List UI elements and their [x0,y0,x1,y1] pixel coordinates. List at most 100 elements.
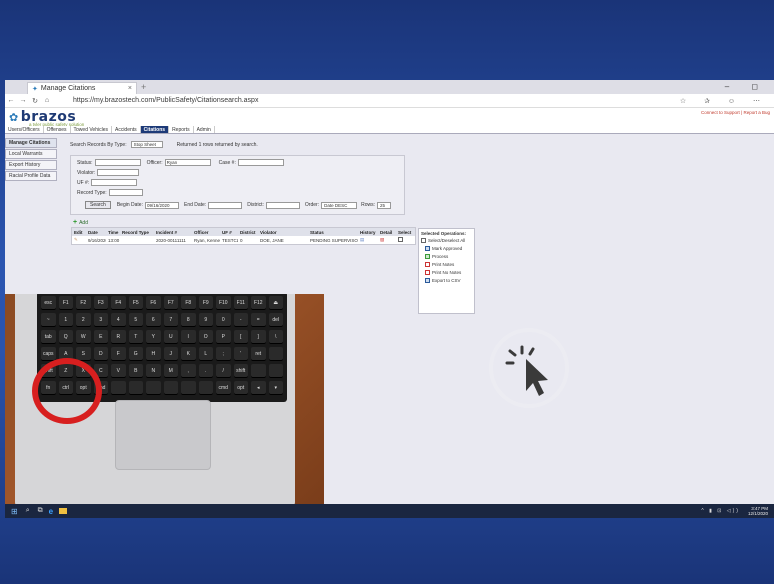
violator-field[interactable] [97,169,140,176]
keyboard-key [268,364,283,378]
col-officer[interactable]: Officer [192,230,220,235]
rows-select[interactable]: 25 [376,201,391,209]
home-icon[interactable]: ⌂ [41,97,53,104]
col-time[interactable]: Time [106,230,120,235]
keyboard-key: ◂ [251,381,266,395]
keyboard-key: - [233,313,248,327]
back-icon[interactable]: ← [5,97,17,104]
url-field[interactable]: https://my.brazostech.com/PublicSafety/C… [73,97,258,104]
record-type-field[interactable] [108,189,143,196]
sidebar-item-local-warrants[interactable]: Local Warrants [5,149,57,159]
keyboard-key: 6 [146,313,161,327]
keyboard-key: ' [233,347,248,361]
district-field[interactable] [265,201,300,209]
new-tab-button[interactable]: + [141,82,146,92]
col-district[interactable]: District [238,230,258,235]
search-type-select[interactable]: Stop Sheet [130,141,163,148]
keyboard-key: 7 [163,313,178,327]
op-export-csv[interactable]: Export to CSV [425,278,472,283]
col-record-type[interactable]: Record Type [120,230,154,235]
selected-ops-title: Selected Operations: [421,231,467,236]
op-print-no-notes[interactable]: Print No Notes [425,270,472,275]
begin-date-field[interactable]: 09/16/2020 [144,201,179,209]
keyboard-key: F7 [163,296,178,310]
op-process[interactable]: Process [425,254,472,259]
browser-toolbar-icons[interactable]: ☆ ✰ ☺ ⋯ [680,97,774,105]
detail-icon[interactable]: ▧ [378,237,396,243]
menu-users-officers[interactable]: Users/Officers [5,126,44,133]
add-button[interactable]: + Add [73,219,88,226]
begin-date-label: Begin Date: [116,202,143,208]
keyboard-key: V [111,364,126,378]
col-edit[interactable]: Edit [72,230,86,235]
keyboard-key: Q [58,330,73,344]
select-all-toggle[interactable]: Select/Deselect All [421,238,472,243]
keyboard-key: F1 [58,296,73,310]
keyboard-key: R [111,330,126,344]
keyboard-key: F3 [93,296,108,310]
op-print-notes[interactable]: Print Notes [425,262,472,267]
status-field[interactable] [94,159,141,166]
sidebar: Manage Citations Local Warrants Export H… [5,138,57,182]
menu-reports[interactable]: Reports [169,126,194,133]
edit-icon[interactable]: ✎ [72,237,86,243]
refresh-icon[interactable]: ↻ [29,97,41,105]
col-select[interactable]: Select [396,230,414,235]
col-uf[interactable]: UF # [220,230,238,235]
menu-admin[interactable]: Admin [194,126,215,133]
sidebar-item-manage-citations[interactable]: Manage Citations [5,138,57,148]
system-tray[interactable]: ^ ▮ ⊡ ◁)) [701,508,740,514]
app-header: ✿ brazos a tyler public safety solution C… [5,108,774,128]
officer-field[interactable]: Ryan [164,159,211,166]
op-mark-approved[interactable]: Mark Approved [425,246,472,251]
tab-close-icon[interactable]: × [128,85,132,92]
table-row[interactable]: ✎ 9/16/2020 13:00 2020-00111111 Ryan, Ke… [72,236,415,244]
end-date-field[interactable] [208,201,243,209]
folder-icon[interactable] [59,508,68,514]
col-status[interactable]: Status [308,230,358,235]
keyboard-key [163,381,178,395]
col-date[interactable]: Date [86,230,106,235]
cell-incident: 2020-00111111 [156,237,186,243]
order-select[interactable]: Date DESC [321,201,358,209]
search-icon[interactable]: ⌕ [26,507,30,515]
uf-label: UF #: [77,179,90,186]
col-violator[interactable]: Violator [258,230,308,235]
keyboard-key: . [198,364,213,378]
select-all-label: Select/Deselect All [428,238,466,243]
laptop-photo: esc F1 F2 F3 F4 F5 F6 F7 F8 F9 F10 F11 F12 ⏏ ~1 2 3 4 5 6 7 8… [5,294,324,504]
select-checkbox[interactable] [396,237,414,243]
keyboard-key: 4 [111,313,126,327]
keyboard-key: = [251,313,266,327]
browser-tab[interactable]: ✦ Manage Citations × [27,82,137,94]
menu-citations[interactable]: Citations [140,126,170,133]
windows-start-icon[interactable]: ⊞ [11,507,18,516]
sidebar-item-racial-profile[interactable]: Racial Profile Data [5,171,57,181]
grid-header: Edit Date Time Record Type Incident # Of… [72,228,415,236]
menu-offenses[interactable]: Offenses [44,126,71,133]
menu-accidents[interactable]: Accidents [112,126,141,133]
cell-date: 9/16/2020 [88,237,106,243]
sidebar-item-export-history[interactable]: Export History [5,160,57,170]
support-link[interactable]: Connect to Support | Report a Bug [701,110,770,115]
highlight-circle [32,358,102,424]
clock[interactable]: 3:47 PM 12/1/2020 [748,506,768,516]
select-all-checkbox[interactable] [421,238,426,243]
keyboard-key: 1 [58,313,73,327]
col-detail[interactable]: Detail [378,230,396,235]
col-history[interactable]: History [358,230,378,235]
task-view-icon[interactable]: ⧉ [38,507,43,515]
edge-icon[interactable]: e [49,507,53,516]
menu-towed-vehicles[interactable]: Towed Vehicles [71,126,112,133]
forward-icon[interactable]: → [17,97,29,104]
col-incident[interactable]: Incident # [154,230,192,235]
result-count-text: Returned 1 rows returned by search. [176,141,258,148]
history-icon[interactable]: ▤ [358,237,378,243]
uf-field[interactable] [91,179,138,186]
keyboard-key: F10 [216,296,231,310]
window-controls[interactable]: – ◻ [725,82,768,91]
keyboard-key: 0 [216,313,231,327]
record-type-label: Record Type: [77,189,107,196]
search-button[interactable]: Search [85,201,111,209]
case-field[interactable] [237,159,284,166]
